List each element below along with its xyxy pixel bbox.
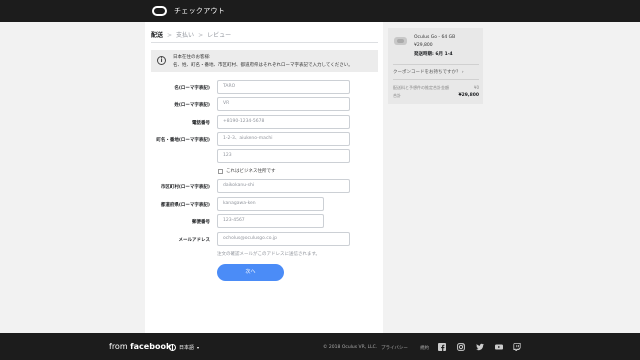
business-address-label[interactable]: これはビジネス住所です bbox=[226, 168, 276, 174]
tax-label: 配送料と予想件の推定合計金額 bbox=[393, 85, 449, 90]
from-facebook-logo: from facebook bbox=[109, 342, 171, 351]
instagram-icon[interactable] bbox=[457, 343, 465, 351]
phone-field[interactable]: +8190-1234-5678 bbox=[217, 115, 350, 129]
page-title: チェックアウト bbox=[174, 7, 226, 15]
divider bbox=[393, 64, 479, 65]
copyright: © 2018 Oculus VR, LLC. bbox=[323, 345, 378, 350]
business-address-checkbox[interactable] bbox=[218, 169, 223, 174]
phone-label: 電話番号 bbox=[192, 121, 210, 126]
city-label: 市区町村(ローマ字表記) bbox=[160, 185, 210, 190]
japan-address-notice: i 日本在住のお客様: 名、姓、町名・番地、市区町村、都道府県はそれぞれローマ字… bbox=[151, 50, 378, 72]
email-field[interactable]: ocholus@oculusgo.co.jp bbox=[217, 232, 350, 246]
product-thumbnail bbox=[394, 37, 407, 45]
ship-date: 発送時期: 6月 1-4 bbox=[414, 52, 453, 57]
divider bbox=[151, 42, 378, 43]
step-payment: 支払い bbox=[176, 32, 195, 39]
brand-name: facebook bbox=[130, 342, 172, 351]
prefecture-label: 都道府県(ローマ字表記) bbox=[160, 203, 210, 208]
brand-prefix: from bbox=[109, 342, 128, 351]
caret-down-icon[interactable]: ▾ bbox=[197, 345, 199, 350]
tax-value: ¥0 bbox=[473, 85, 479, 90]
postal-code-field[interactable]: 123-4567 bbox=[217, 214, 324, 228]
prefecture-field[interactable]: kanagawa-ken bbox=[217, 197, 324, 211]
coupon-link[interactable]: クーポンコードをお持ちですか？ › bbox=[393, 69, 464, 75]
step-shipping: 配送 bbox=[151, 32, 164, 39]
email-hint: 注文の確認メールがこのアドレスに送信されます。 bbox=[217, 252, 321, 257]
language-selector[interactable]: 日本語 bbox=[179, 344, 194, 351]
notice-heading: 日本在住のお客様: bbox=[173, 55, 211, 60]
globe-icon[interactable] bbox=[169, 344, 176, 351]
street-line2-field[interactable]: 123 bbox=[217, 149, 350, 163]
street-label: 町名・番地(ローマ字表記) bbox=[156, 138, 210, 143]
footer: from facebook 日本語 ▾ © 2018 Oculus VR, LL… bbox=[0, 333, 640, 360]
postal-code-label: 郵便番号 bbox=[192, 220, 210, 225]
privacy-link[interactable]: プライバシー bbox=[381, 345, 408, 351]
top-bar: チェックアウト bbox=[0, 0, 640, 22]
facebook-icon[interactable] bbox=[438, 343, 446, 351]
total-label: 合計 bbox=[393, 93, 401, 98]
product-price: ¥29,800 bbox=[414, 43, 433, 48]
youtube-icon[interactable] bbox=[495, 343, 503, 351]
street-field[interactable]: 1-2-3、aiukeno-machi bbox=[217, 132, 350, 146]
twitch-icon[interactable] bbox=[513, 343, 521, 351]
product-name: Oculus Go - 64 GB bbox=[414, 35, 456, 40]
step-review: レビュー bbox=[207, 32, 232, 39]
first-name-field[interactable]: TARO bbox=[217, 80, 350, 94]
info-icon: i bbox=[157, 56, 166, 65]
next-button[interactable]: 次へ bbox=[217, 264, 284, 281]
city-field[interactable]: daikokanu-shi bbox=[217, 179, 350, 193]
email-label: メールアドレス bbox=[178, 238, 211, 243]
step-separator: > bbox=[198, 32, 204, 39]
divider bbox=[393, 79, 479, 80]
step-separator: > bbox=[167, 32, 173, 39]
terms-link[interactable]: 規約 bbox=[420, 345, 429, 351]
checkout-steps: 配送 > 支払い > レビュー bbox=[151, 30, 231, 39]
total-value: ¥29,800 bbox=[458, 93, 480, 98]
first-name-label: 名(ローマ字表記) bbox=[174, 86, 210, 91]
twitter-icon[interactable] bbox=[476, 343, 484, 351]
notice-body: 名、姓、町名・番地、市区町村、都道府県はそれぞれローマ字表記で入力してください。 bbox=[173, 63, 353, 68]
oculus-logo-icon[interactable] bbox=[152, 6, 167, 16]
last-name-label: 姓(ローマ字表記) bbox=[174, 103, 210, 108]
last-name-field[interactable]: VR bbox=[217, 97, 350, 111]
